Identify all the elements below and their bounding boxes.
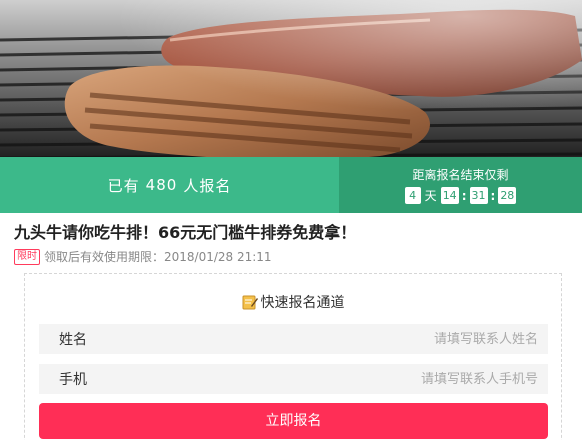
countdown-panel: 距离报名结束仅剩 4 天 14 : 31 : 28 [339,157,582,213]
countdown-timer: 4 天 14 : 31 : 28 [404,187,517,204]
countdown-label: 距离报名结束仅剩 [412,168,509,182]
signup-count-panel: 已有 480 人报名 [0,157,339,213]
validity-text: 领取后有效使用期限：2018/01/28 21:11 [44,250,272,264]
offer-title: 九头牛请你吃牛排！66元无门槛牛排券免费拿！ [14,223,357,242]
validity-row: 限时 领取后有效使用期限：2018/01/28 21:11 [14,248,272,265]
steak-photo [0,0,582,160]
hero-image [0,0,582,160]
phone-label: 手机 [59,372,87,388]
form-header-label: 快速报名通道 [260,295,345,311]
signup-form: 快速报名通道 姓名 手机 立即报名 [24,273,562,440]
countdown-days: 4 [404,187,421,204]
event-signup-page: 已有 480 人报名 距离报名结束仅剩 4 天 14 : 31 : 28 九头牛… [0,0,582,440]
countdown-minutes: 31 [469,187,488,204]
countdown-days-unit: 天 [424,189,437,203]
name-input[interactable] [159,331,548,347]
signup-prefix: 已有 [107,176,140,195]
name-label: 姓名 [59,332,87,348]
countdown-hours: 14 [440,187,459,204]
signup-status-bar: 已有 480 人报名 距离报名结束仅剩 4 天 14 : 31 : 28 [0,157,582,213]
name-field: 姓名 [39,324,548,354]
countdown-colon: : [490,188,496,203]
phone-field: 手机 [39,364,548,394]
limited-time-badge: 限时 [14,248,40,265]
signup-suffix: 人报名 [183,176,232,195]
submit-signup-button[interactable]: 立即报名 [39,403,548,439]
signup-count: 480 [145,176,178,194]
countdown-seconds: 28 [498,187,517,204]
phone-input[interactable] [159,371,548,387]
countdown-colon: : [461,188,467,203]
edit-icon [242,295,258,310]
form-header: 快速报名通道 [25,292,561,312]
